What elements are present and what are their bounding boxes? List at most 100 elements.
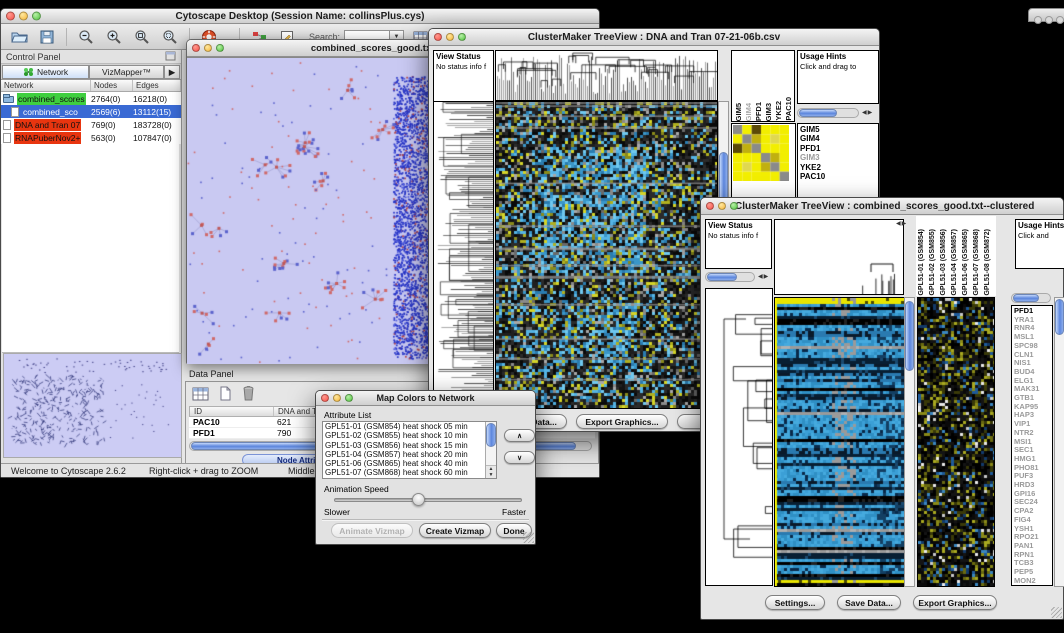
slider-thumb[interactable] [412, 493, 425, 506]
delete-attribute-trash-icon[interactable] [242, 385, 255, 406]
column-dendrogram[interactable] [495, 50, 718, 101]
zoom-fit-icon[interactable] [130, 27, 154, 47]
create-vizmap-button[interactable]: Create Vizmap [419, 523, 491, 538]
minimize-icon[interactable] [333, 394, 341, 402]
scroll-left-right-icons[interactable]: ◀▶ [758, 274, 769, 280]
col-nodes[interactable]: Nodes [91, 80, 133, 91]
scroll-arrow-icons[interactable]: ▲▼ [486, 465, 496, 478]
animate-vizmap-button[interactable]: Animate Vizmap [331, 523, 413, 538]
inactive-minimize-icon[interactable] [1045, 16, 1053, 24]
network-overview[interactable] [3, 353, 182, 458]
attribute-option[interactable]: GPL51-07 (GSM868) heat shock 60 min [323, 468, 485, 477]
row-label[interactable]: PFD1 [800, 144, 878, 153]
scrollbar-thumb[interactable] [1013, 294, 1039, 302]
attribute-option[interactable]: GPL51-02 (GSM855) heat shock 10 min [323, 431, 485, 440]
row-label[interactable]: GIM5 [800, 125, 878, 134]
row-label[interactable]: PAC10 [800, 172, 878, 181]
col-network[interactable]: Network [1, 80, 91, 91]
minimize-icon[interactable] [718, 202, 726, 210]
minimize-icon[interactable] [19, 12, 28, 21]
export-graphics-button[interactable]: Export Graphics... [576, 414, 668, 429]
zoom-selected-icon[interactable] [158, 27, 182, 47]
zoom-in-icon[interactable] [102, 27, 126, 47]
expression-heatmap[interactable] [774, 297, 905, 587]
treeview2-titlebar[interactable]: ClusterMaker TreeView : combined_scores_… [701, 198, 1063, 215]
column-label[interactable]: GIM5 [734, 103, 744, 121]
select-attributes-icon[interactable] [192, 386, 209, 406]
float-panel-icon[interactable] [165, 51, 176, 63]
zoom-window-icon[interactable] [32, 12, 41, 21]
row-label[interactable]: GIM3 [800, 153, 878, 162]
treeview1-titlebar[interactable]: ClusterMaker TreeView : DNA and Tran 07-… [429, 29, 879, 46]
column-label[interactable]: GPL51-08 (GSM872) [982, 229, 993, 296]
network-row[interactable]: combined_sco 2569(6) 13112(15) [1, 105, 181, 118]
heatmap-column-labels[interactable]: GIM5GIM4PFD1GIM3YKE2PAC10 [731, 50, 795, 122]
column-label[interactable]: PFD1 [754, 102, 764, 121]
column-label[interactable]: GIM4 [744, 103, 754, 121]
attribute-option[interactable]: GPL51-01 (GSM854) heat shock 05 min [323, 422, 485, 431]
column-label[interactable]: GPL51-03 (GSM856) [938, 229, 949, 296]
dialog-titlebar[interactable]: Map Colors to Network [316, 391, 535, 406]
row-label[interactable]: YKE2 [800, 163, 878, 172]
open-folder-icon[interactable] [7, 27, 31, 47]
network-row[interactable]: DNA and Tran 07 769(0) 183728(0) [1, 118, 181, 131]
dendrogram-hscrollbar[interactable] [705, 272, 755, 282]
heatmap-vscrollbar[interactable] [904, 297, 915, 587]
column-label[interactable]: GPL51-07 (GSM868) [971, 229, 982, 296]
minimize-icon[interactable] [446, 33, 454, 41]
expression-heatmap[interactable] [495, 101, 718, 409]
save-icon[interactable] [35, 27, 59, 47]
column-header-panel[interactable] [774, 219, 904, 295]
minimize-icon[interactable] [204, 44, 212, 52]
zoomed-heatmap[interactable] [917, 297, 995, 587]
row-dendrogram[interactable] [433, 101, 494, 409]
gene-list-hscrollbar[interactable] [1011, 293, 1051, 303]
gene-list-vscrollbar[interactable] [1054, 297, 1064, 587]
close-icon[interactable] [321, 394, 329, 402]
inactive-zoom-icon[interactable] [1056, 16, 1064, 24]
column-label[interactable]: GPL51-02 (GSM855) [927, 229, 938, 296]
zoom-window-icon[interactable] [216, 44, 224, 52]
column-label[interactable]: GPL51-06 (GSM865) [960, 229, 971, 296]
scroll-left-right-icons[interactable]: ◀▶ [896, 221, 907, 227]
listbox-vscrollbar[interactable]: ▲▼ [485, 422, 496, 478]
tab-overflow-arrow-icon[interactable]: ▶ [164, 65, 180, 79]
scroll-left-right-icons[interactable]: ◀▶ [862, 110, 873, 116]
move-up-button[interactable]: ∧ [504, 429, 535, 442]
zoom-hscrollbar[interactable] [797, 108, 859, 118]
main-titlebar[interactable]: Cytoscape Desktop (Session Name: collins… [1, 9, 599, 24]
save-data-button[interactable]: Save Data... [837, 595, 901, 610]
row-dendrogram[interactable] [705, 288, 773, 586]
network-row[interactable]: combined_scores 2764(0) 16218(0) [1, 92, 181, 105]
scrollbar-thumb[interactable] [1055, 299, 1064, 335]
export-graphics-button[interactable]: Export Graphics... [913, 595, 997, 610]
tab-network[interactable]: Network [2, 65, 89, 79]
attribute-option[interactable]: GPL51-03 (GSM856) heat shock 15 min [323, 441, 485, 450]
col-id[interactable]: ID [190, 407, 274, 416]
attribute-option[interactable]: GPL51-06 (GSM865) heat shock 40 min [323, 459, 485, 468]
row-label[interactable]: GIM4 [800, 134, 878, 143]
zoom-out-icon[interactable] [74, 27, 98, 47]
gene-label[interactable]: MON2 [1014, 577, 1052, 586]
close-icon[interactable] [6, 12, 15, 21]
animation-speed-slider[interactable] [334, 498, 522, 502]
gene-label-list[interactable]: PFD1YRA1RNR4MSL1SPC98CLN1NIS1BUD4ELG1MAK… [1011, 305, 1053, 586]
network-row[interactable]: RNAPuberNov2+ 563(0) 107847(0) [1, 131, 181, 144]
tab-vizmapper[interactable]: VizMapper™ [89, 65, 164, 79]
scrollbar-thumb[interactable] [905, 301, 914, 371]
inactive-close-icon[interactable] [1034, 16, 1042, 24]
scrollbar-thumb[interactable] [486, 423, 496, 447]
zoom-window-icon[interactable] [458, 33, 466, 41]
resize-grip[interactable] [523, 532, 534, 543]
column-label[interactable]: GPL51-01 (GSM854) [916, 229, 927, 296]
attribute-option[interactable]: GPL51-04 (GSM857) heat shock 20 min [323, 450, 485, 459]
settings-button[interactable]: Settings... [765, 595, 825, 610]
heatmap-column-labels[interactable]: GPL51-01 (GSM854)GPL51-02 (GSM855)GPL51-… [916, 216, 996, 296]
resize-grip[interactable] [1051, 607, 1062, 618]
move-down-button[interactable]: ∨ [504, 451, 535, 464]
zoom-window-icon[interactable] [345, 394, 353, 402]
column-label[interactable]: YKE2 [774, 101, 784, 121]
column-label[interactable]: PAC10 [784, 97, 794, 121]
zoom-window-icon[interactable] [730, 202, 738, 210]
column-label[interactable]: GPL51-04 (GSM857) [949, 229, 960, 296]
